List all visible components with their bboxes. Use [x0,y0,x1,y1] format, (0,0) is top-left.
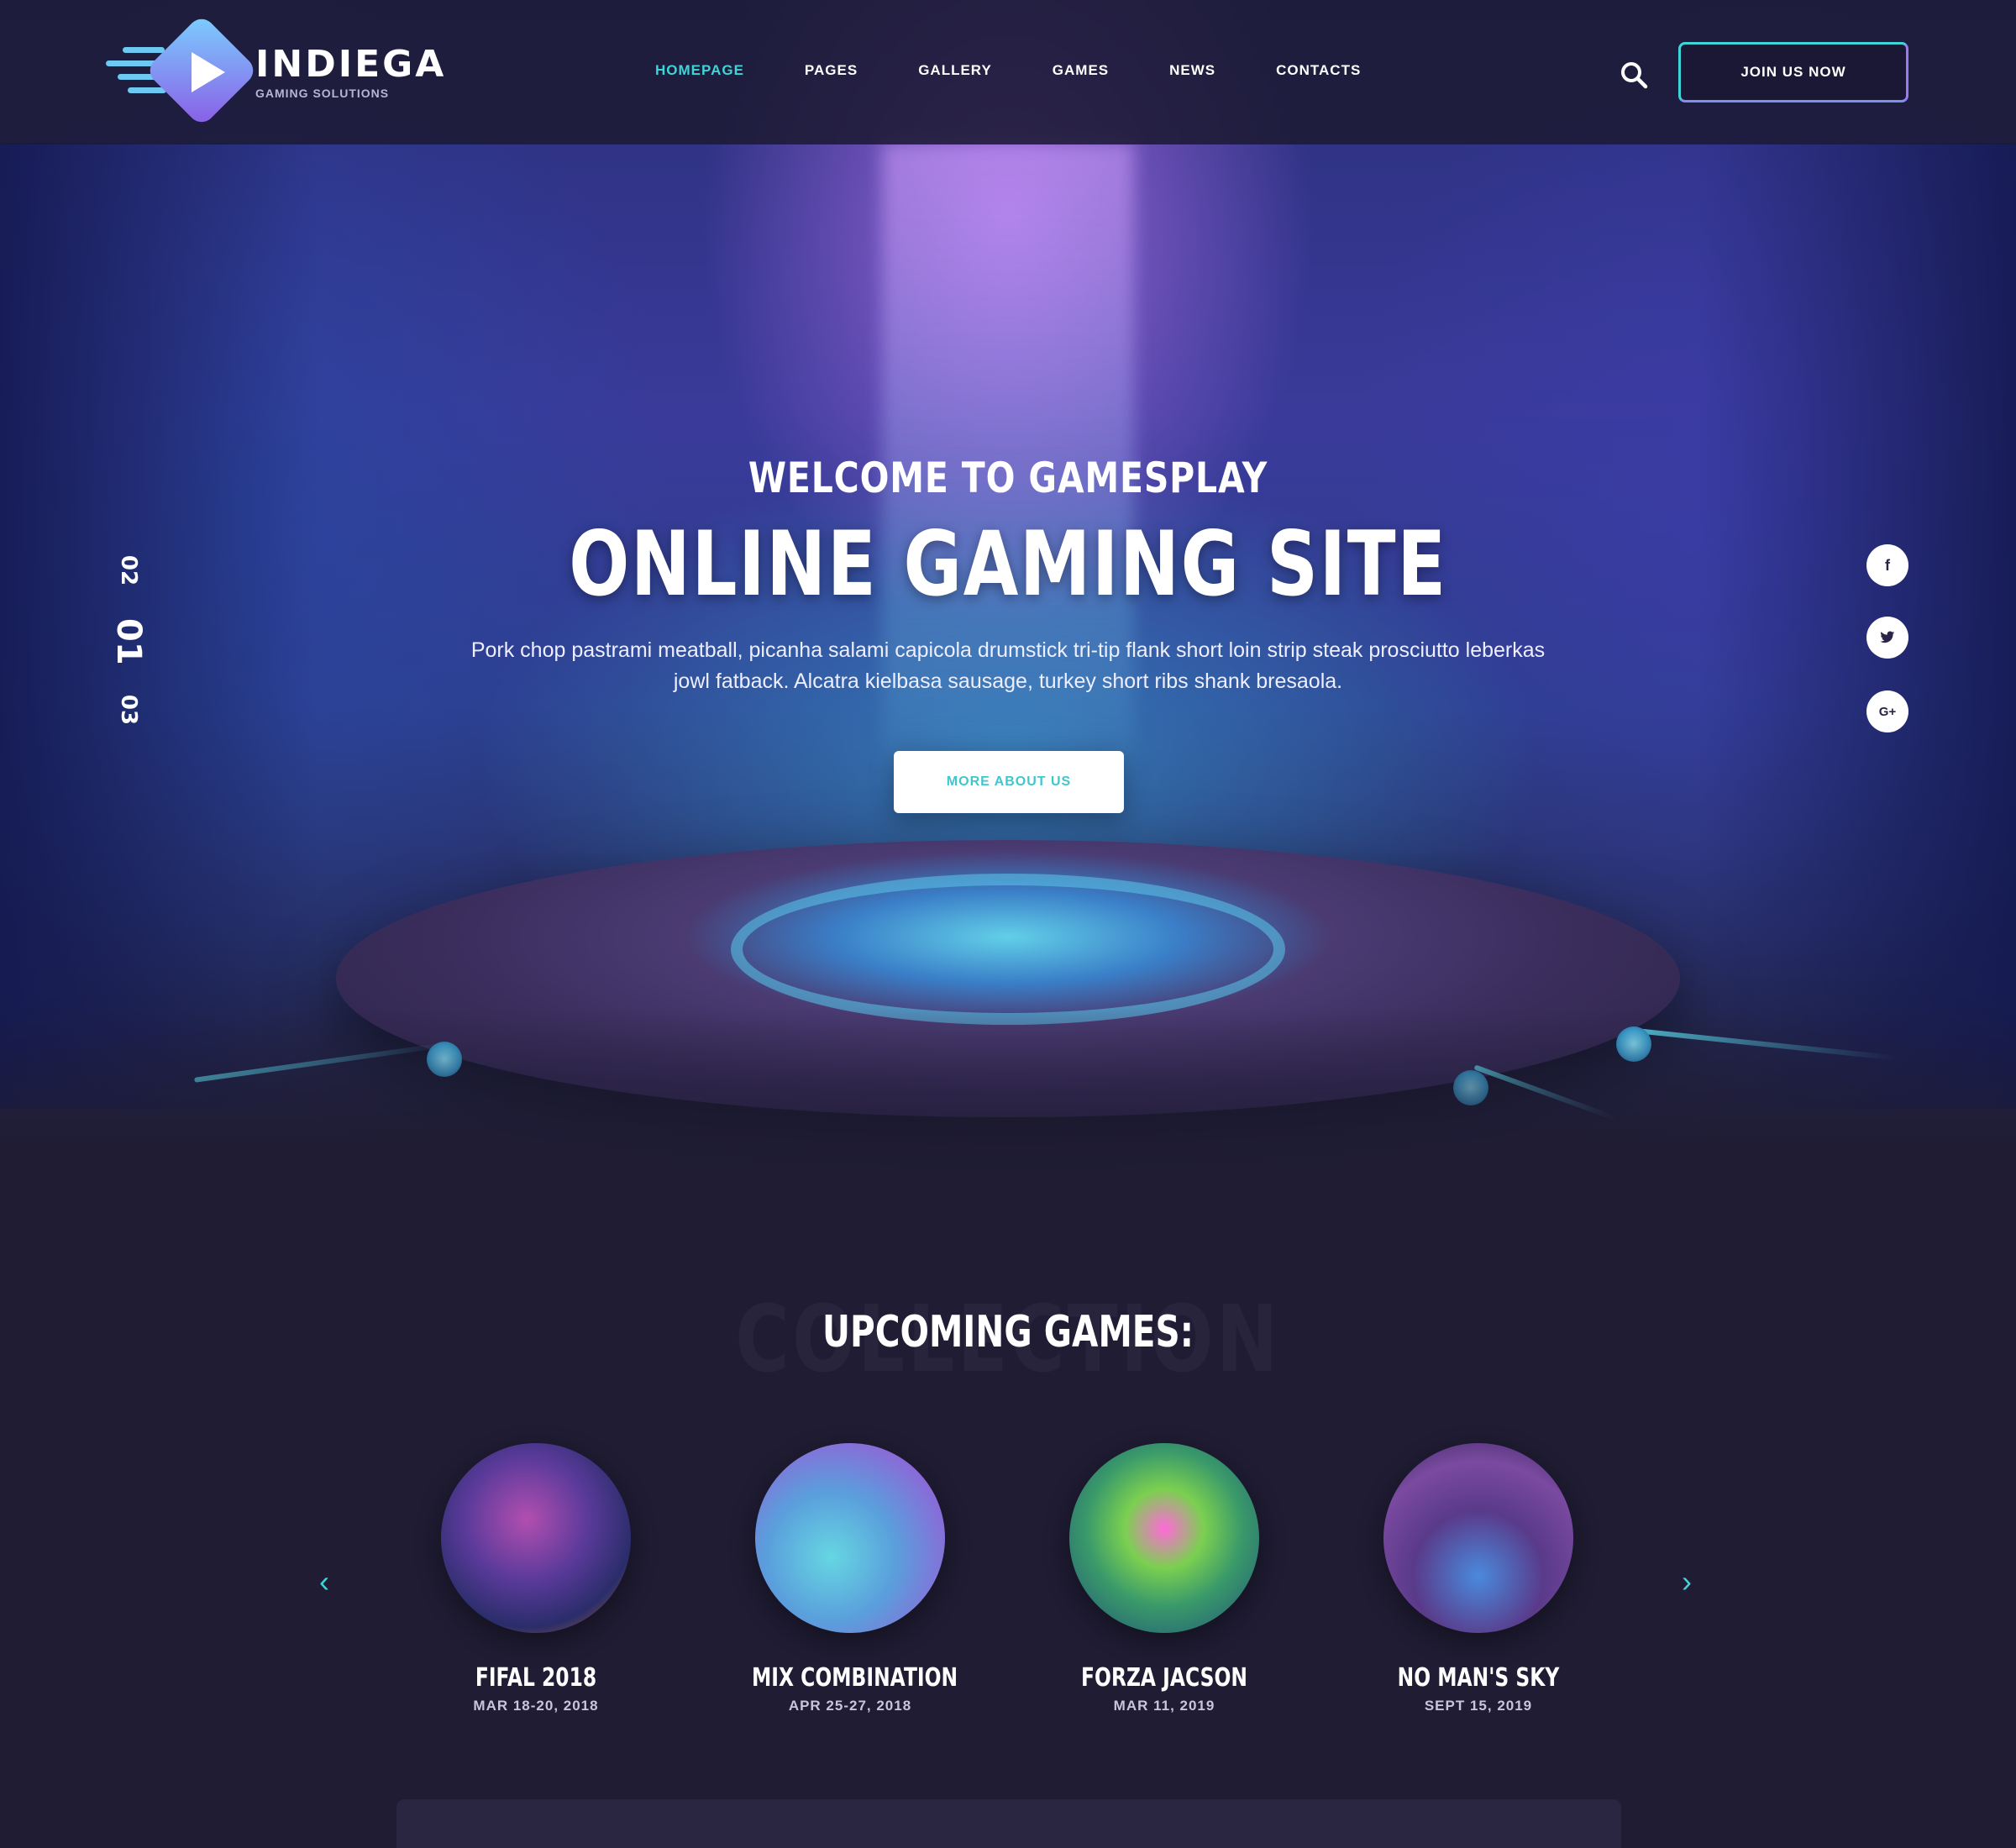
game-date: MAR 11, 2019 [1113,1698,1215,1714]
carousel-prev-arrow-icon[interactable]: ‹ [319,1564,329,1599]
hero-description: Pork chop pastrami meatball, picanha sal… [470,638,1546,693]
logo-speed-line [128,87,166,93]
logo-text: INDIEGA GAMING SOLUTIONS [255,43,447,101]
brand-name: INDIEGA [255,43,447,86]
cave-wall-right [1697,143,2016,1109]
cave-wall-left [0,143,319,1109]
upcoming-games-title: UPCOMING GAMES: [822,1307,1194,1357]
site-header: INDIEGA GAMING SOLUTIONS HOMEPAGE PAGES … [0,0,2016,144]
game-date: APR 25-27, 2018 [788,1698,912,1714]
game-thumbnail[interactable] [1383,1443,1573,1633]
slide-indicator-01-active[interactable]: 01 [109,618,148,665]
hero-title: ONLINE GAMING SITE [569,512,1447,616]
facebook-icon[interactable]: f [1866,544,1908,586]
logo[interactable]: INDIEGA GAMING SOLUTIONS [106,13,447,128]
game-thumbnail[interactable] [755,1443,945,1633]
search-icon[interactable] [1620,60,1648,89]
page: INDIEGA GAMING SOLUTIONS HOMEPAGE PAGES … [0,0,2016,1848]
game-title[interactable]: NO MAN'S SKY [1380,1663,1577,1693]
logo-icon [106,13,259,128]
nav-news[interactable]: NEWS [1169,62,1215,79]
twitter-bird-icon [1880,631,1895,643]
platform-glow-ring [731,874,1285,1025]
game-date: SEPT 15, 2019 [1424,1698,1533,1714]
game-card[interactable]: NO MAN'S SKY SEPT 15, 2019 [1352,1443,1604,1714]
game-thumbnail[interactable] [1069,1443,1259,1633]
google-plus-icon[interactable]: G+ [1866,690,1908,732]
nav-contacts[interactable]: CONTACTS [1276,62,1361,79]
hero-kicker: WELCOME TO GAMESPLAY [748,454,1268,502]
game-title[interactable]: FORZA JACSON [1066,1663,1263,1693]
next-section-panel [396,1799,1621,1848]
carousel-next-arrow-icon[interactable]: › [1682,1564,1692,1599]
game-date: MAR 18-20, 2018 [473,1698,599,1714]
nav-homepage[interactable]: HOMEPAGE [655,62,744,79]
nav-gallery[interactable]: GALLERY [918,62,992,79]
game-thumbnail[interactable] [441,1443,631,1633]
game-title[interactable]: MIX COMBINATION [752,1663,958,1693]
logo-speed-line [123,47,165,53]
game-card[interactable]: MIX COMBINATION APR 25-27, 2018 [724,1443,976,1714]
more-about-us-button[interactable]: MORE ABOUT US [894,751,1124,813]
logo-play-triangle [192,52,225,92]
slide-indicator-02[interactable]: 02 [116,549,141,591]
hero-fade [0,1008,2016,1226]
brand-tagline: GAMING SOLUTIONS [255,87,390,100]
nav-games[interactable]: GAMES [1053,62,1109,79]
game-card[interactable]: FORZA JACSON MAR 11, 2019 [1038,1443,1290,1714]
game-card[interactable]: FIFAL 2018 MAR 18-20, 2018 [410,1443,662,1714]
game-title[interactable]: FIFAL 2018 [438,1663,634,1693]
join-us-button[interactable]: JOIN US NOW [1678,42,1908,102]
slide-indicator-03[interactable]: 03 [116,689,141,731]
main-nav: HOMEPAGE PAGES GALLERY GAMES NEWS CONTAC… [655,62,1421,79]
nav-pages[interactable]: PAGES [805,62,858,79]
twitter-icon[interactable] [1866,617,1908,659]
